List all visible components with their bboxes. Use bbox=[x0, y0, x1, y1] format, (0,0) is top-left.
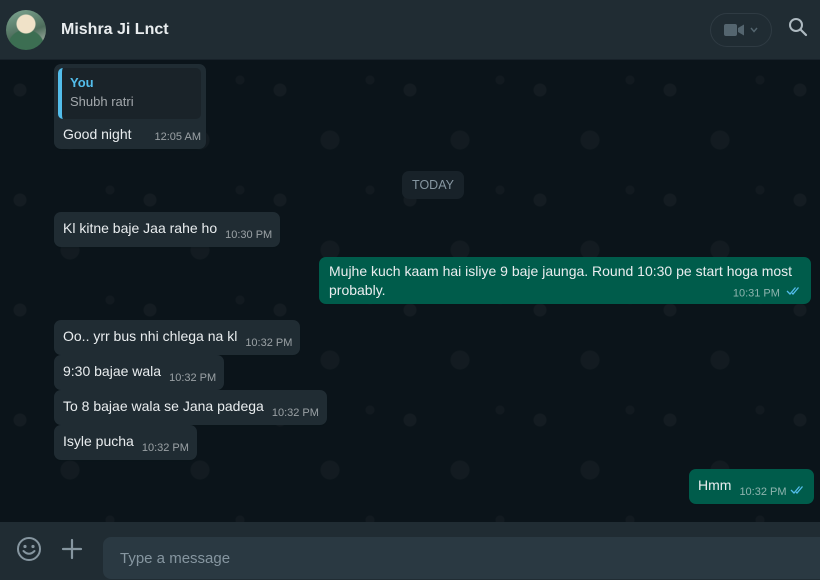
message-bubble-incoming[interactable]: You Shubh ratri Good night 12:05 AM bbox=[54, 64, 206, 149]
message-text: 9:30 bajae wala bbox=[63, 363, 162, 379]
message-bubble-outgoing[interactable]: Mujhe kuch kaam hai isliye 9 baje jaunga… bbox=[319, 257, 811, 305]
message-meta: 10:32 PM bbox=[739, 485, 805, 498]
quoted-message[interactable]: You Shubh ratri bbox=[58, 68, 201, 119]
message-bubble-incoming[interactable]: Isyle pucha 10:32 PM bbox=[54, 425, 197, 460]
message-input[interactable] bbox=[120, 549, 820, 567]
message-text-line-1: Mujhe kuch kaam hai isliye 9 baje jaunga… bbox=[329, 263, 793, 279]
read-receipt-icon bbox=[786, 284, 802, 303]
video-camera-icon bbox=[724, 23, 744, 37]
contact-name[interactable]: Mishra Ji Lnct bbox=[61, 21, 710, 39]
search-icon bbox=[788, 17, 808, 42]
message-text: Hmm bbox=[698, 477, 732, 493]
message-time: 10:31 PM bbox=[732, 287, 780, 300]
read-receipt-icon bbox=[790, 483, 806, 502]
video-call-button[interactable] bbox=[710, 12, 772, 47]
message-bubble-incoming[interactable]: 9:30 bajae wala 10:32 PM bbox=[54, 355, 225, 390]
message-time: 10:32 PM bbox=[739, 486, 787, 498]
plus-icon bbox=[61, 538, 83, 565]
emoji-button[interactable] bbox=[15, 536, 43, 567]
message-time: 10:32 PM bbox=[141, 442, 189, 454]
message-bubble-incoming[interactable]: To 8 bajae wala se Jana padega 10:32 PM bbox=[54, 390, 327, 425]
search-button[interactable] bbox=[786, 18, 810, 42]
message-text: Good night bbox=[63, 126, 132, 142]
message-time: 10:32 PM bbox=[245, 337, 293, 349]
message-time: 10:32 PM bbox=[169, 372, 217, 384]
message-time: 10:30 PM bbox=[225, 229, 273, 241]
message-meta: 10:31 PM bbox=[733, 284, 802, 303]
message-bubble-outgoing[interactable]: Hmm 10:32 PM bbox=[689, 469, 814, 504]
quote-author: You bbox=[70, 75, 94, 90]
attach-button[interactable] bbox=[58, 537, 86, 565]
message-time: 10:32 PM bbox=[271, 407, 319, 419]
message-text: Kl kitne baje Jaa rahe ho bbox=[63, 220, 218, 236]
chat-area[interactable]: You Shubh ratri Good night 12:05 AM TODA… bbox=[0, 60, 820, 522]
message-text: Oo.. yrr bus nhi chlega na kl bbox=[63, 328, 238, 344]
quote-text: Shubh ratri bbox=[70, 94, 134, 109]
emoji-icon bbox=[16, 536, 42, 567]
avatar[interactable] bbox=[6, 9, 46, 50]
chevron-down-icon bbox=[750, 27, 758, 33]
message-time: 12:05 AM bbox=[154, 131, 201, 143]
date-divider: TODAY bbox=[402, 171, 464, 199]
message-bubble-incoming[interactable]: Kl kitne baje Jaa rahe ho 10:30 PM bbox=[54, 212, 281, 247]
message-bubble-incoming[interactable]: Oo.. yrr bus nhi chlega na kl 10:32 PM bbox=[54, 320, 301, 355]
message-input-container[interactable] bbox=[103, 537, 820, 579]
message-text-line-2: probably. bbox=[329, 282, 386, 299]
message-text: Isyle pucha bbox=[63, 433, 134, 449]
message-text: To 8 bajae wala se Jana padega bbox=[63, 398, 264, 414]
chat-header: Mishra Ji Lnct bbox=[0, 0, 820, 60]
